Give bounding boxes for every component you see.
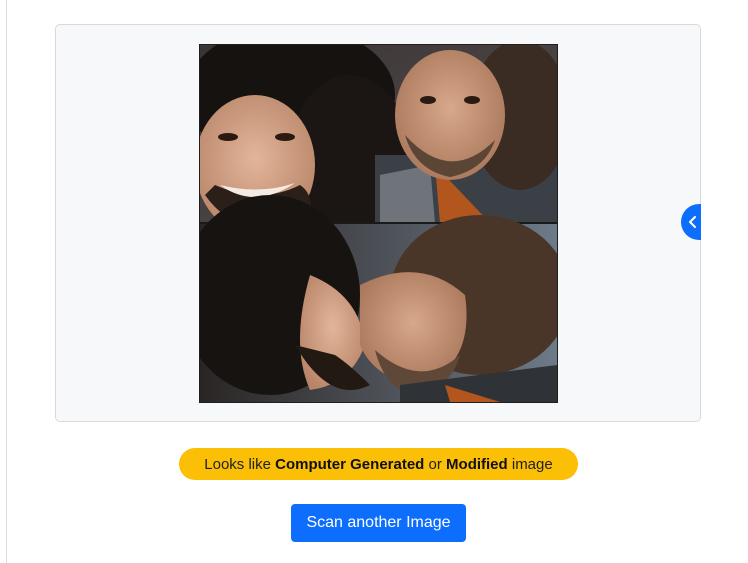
- image-preview-card: [55, 24, 701, 422]
- result-prefix: Looks like: [204, 455, 271, 473]
- result-label-computer-generated: Computer Generated: [275, 455, 425, 473]
- panel-divider: [6, 0, 7, 563]
- result-label-modified: Modified: [446, 455, 508, 473]
- result-middle: or: [428, 455, 442, 473]
- result-badge: Looks like Computer Generated or Modifie…: [179, 448, 578, 480]
- scan-another-image-button[interactable]: Scan another Image: [291, 504, 466, 542]
- result-suffix: image: [511, 455, 553, 473]
- uploaded-image: [199, 44, 558, 403]
- page: Looks like Computer Generated or Modifie…: [0, 0, 748, 563]
- chevron-left-icon: [689, 216, 696, 228]
- collapse-panel-button[interactable]: [681, 204, 701, 240]
